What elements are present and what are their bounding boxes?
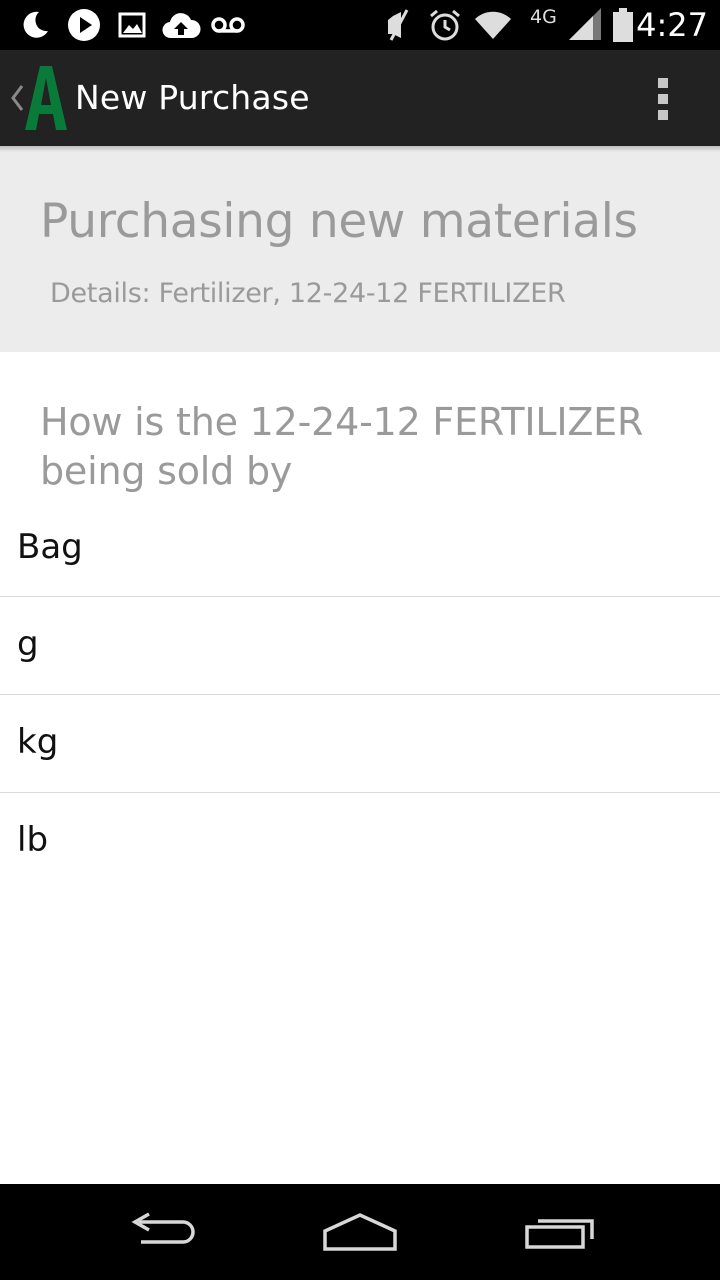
option-label: g bbox=[17, 624, 39, 664]
battery-icon bbox=[610, 0, 636, 50]
image-icon bbox=[116, 0, 148, 50]
list-item[interactable]: g bbox=[0, 597, 720, 695]
recent-apps-icon[interactable] bbox=[500, 1184, 620, 1280]
status-time: 4:27 bbox=[636, 6, 708, 44]
action-bar-shadow bbox=[0, 146, 720, 152]
overflow-dot bbox=[658, 94, 668, 104]
play-icon bbox=[64, 0, 104, 50]
action-bar-title: New Purchase bbox=[75, 78, 310, 117]
signal-icon bbox=[566, 0, 606, 50]
option-label: kg bbox=[17, 722, 59, 762]
mute-icon bbox=[380, 0, 416, 50]
header-panel: Purchasing new materials Details: Fertil… bbox=[0, 146, 720, 352]
unit-options-list: Bag g kg lb bbox=[0, 500, 720, 890]
app-logo[interactable] bbox=[24, 64, 68, 132]
navigation-bar bbox=[0, 1184, 720, 1280]
option-label: Bag bbox=[17, 527, 83, 567]
back-icon[interactable] bbox=[100, 1184, 220, 1280]
details-text: Details: Fertilizer, 12-24-12 FERTILIZER bbox=[50, 278, 566, 309]
network-type-label: 4G bbox=[530, 6, 557, 28]
overflow-dot bbox=[658, 78, 668, 88]
list-item[interactable]: lb bbox=[0, 793, 720, 890]
question-text: How is the 12-24-12 FERTILIZER being sol… bbox=[40, 400, 644, 493]
page-title: Purchasing new materials bbox=[40, 194, 638, 249]
option-label: lb bbox=[17, 820, 49, 860]
list-item[interactable]: kg bbox=[0, 695, 720, 793]
wifi-icon bbox=[472, 0, 514, 50]
voicemail-icon bbox=[210, 0, 246, 50]
overflow-dot bbox=[658, 110, 668, 120]
overflow-menu-button[interactable] bbox=[646, 78, 680, 120]
home-icon[interactable] bbox=[300, 1184, 420, 1280]
cloud-upload-icon bbox=[160, 0, 202, 50]
status-bar: 4G 4:27 bbox=[0, 0, 720, 50]
list-item[interactable]: Bag bbox=[0, 500, 720, 597]
action-bar: New Purchase bbox=[0, 50, 720, 146]
moon-icon bbox=[18, 0, 52, 50]
alarm-icon bbox=[426, 0, 464, 50]
